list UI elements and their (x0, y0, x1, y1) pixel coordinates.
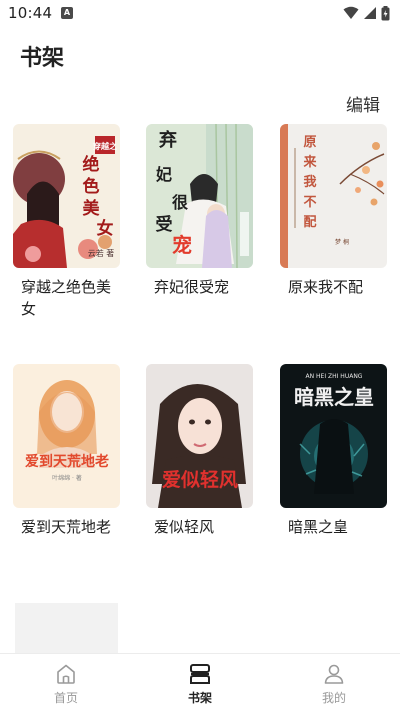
svg-text:来: 来 (302, 154, 317, 170)
svg-text:很: 很 (172, 193, 188, 212)
book-cover[interactable]: 爱到天荒地老 叶绵绵 · 著 (13, 364, 120, 508)
svg-text:配: 配 (303, 215, 316, 230)
book-title: 弃妃很受宠 (154, 278, 230, 296)
book-title: 爱到天荒地老 (21, 518, 112, 536)
svg-text:原: 原 (303, 135, 316, 150)
cover-author: 云若 著 (88, 248, 115, 258)
svg-text:不: 不 (303, 195, 316, 210)
nav-home-label: 首页 (53, 691, 78, 705)
book-title: 穿越之绝色美女 (21, 278, 112, 318)
home-icon (57, 664, 75, 684)
battery-icon (381, 5, 390, 20)
status-bar: 10:44 A (0, 0, 400, 28)
nav-mine-label: 我的 (321, 691, 346, 705)
svg-text:宠: 宠 (172, 233, 192, 257)
nav-shelf[interactable]: 书架 (160, 654, 240, 711)
svg-text:女: 女 (97, 218, 114, 239)
user-icon (324, 664, 344, 684)
nav-mine[interactable]: 我的 (294, 654, 374, 711)
cover-subtitle: AN HEI ZHI HUANG (306, 373, 363, 380)
bottom-nav: 首页 书架 我的 (0, 653, 400, 711)
notification-icon: A (61, 7, 73, 19)
page-title: 书架 (20, 46, 65, 71)
nav-home[interactable]: 首页 (26, 654, 106, 711)
svg-text:我: 我 (303, 174, 316, 190)
cover-subtitle: 穿越之 (93, 141, 117, 151)
svg-text:弃: 弃 (159, 129, 177, 151)
book-cover-placeholder[interactable] (15, 603, 118, 653)
edit-button[interactable]: 编辑 (346, 91, 380, 116)
book-title: 爱似轻风 (154, 518, 215, 536)
svg-text:叶绵绵 · 著: 叶绵绵 · 著 (52, 474, 82, 482)
book-cover[interactable]: 弃 妃 很 受 宠 (146, 124, 253, 268)
svg-text:美: 美 (83, 198, 101, 219)
book-cover[interactable]: AN HEI ZHI HUANG 暗黑之皇 (280, 364, 387, 508)
status-time: 10:44 (8, 4, 53, 22)
svg-text:色: 色 (83, 176, 100, 197)
book-title: 暗黑之皇 (288, 518, 349, 536)
cover-title: 爱到天荒地老 (25, 453, 109, 470)
bookshelf-icon (190, 664, 210, 684)
status-icons (343, 5, 390, 21)
svg-text:受: 受 (156, 214, 173, 235)
book-cover[interactable]: 穿越之 绝 色 美 女 云若 著 (13, 124, 120, 268)
book-cover[interactable]: 原 来 我 不 配 梦 桐 (280, 124, 387, 268)
book-cover[interactable]: 爱似轻风 (146, 364, 253, 508)
nav-shelf-label: 书架 (187, 691, 212, 705)
cover-title: 爱似轻风 (162, 468, 238, 491)
svg-text:绝: 绝 (83, 154, 100, 175)
book-title: 原来我不配 (288, 278, 364, 296)
signal-icon (364, 7, 376, 19)
svg-text:梦 桐: 梦 桐 (335, 238, 349, 246)
cover-title: 暗黑之皇 (294, 385, 374, 409)
wifi-icon (343, 6, 359, 19)
svg-text:妃: 妃 (155, 165, 172, 184)
